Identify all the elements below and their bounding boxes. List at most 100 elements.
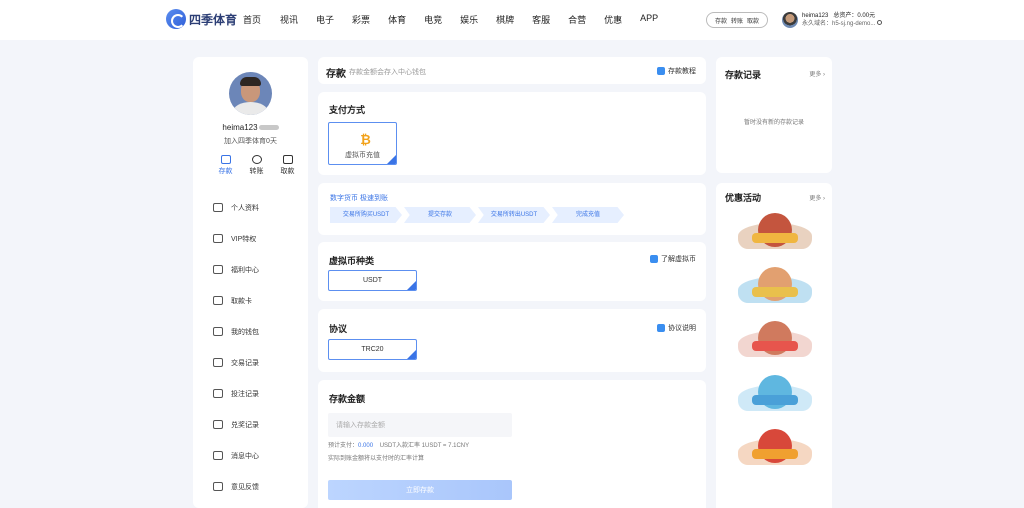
nav-item-esports[interactable]: 电竞 (424, 13, 442, 26)
selected-check-icon (407, 281, 416, 290)
payment-method-card: 支付方式 ₿ 虚拟币充值 (318, 92, 706, 175)
search-icon[interactable] (877, 20, 883, 25)
coin-type-title: 虚拟币种类 (329, 256, 375, 266)
protocol-card: 协议 协议说明 TRC20 (318, 309, 706, 372)
nav-item-home[interactable]: 首页 (243, 13, 261, 26)
nav-item-lottery[interactable]: 彩票 (352, 13, 370, 26)
withdraw-action[interactable]: 取款 (272, 155, 303, 176)
records-more-link[interactable]: 更多 › (809, 69, 825, 78)
menu-item-transactions[interactable]: 交易记录 (213, 347, 259, 378)
promo-banner[interactable] (728, 263, 822, 307)
nav-item-slots[interactable]: 电子 (316, 13, 334, 26)
quick-deposit-link[interactable]: 存款 (715, 16, 727, 25)
nav-item-promotions[interactable]: 优惠 (604, 13, 622, 26)
menu-item-label: 兑奖记录 (231, 421, 259, 429)
page-subtitle: 存款金额会存入中心钱包 (349, 69, 426, 76)
crypto-payment-option[interactable]: ₿ 虚拟币充值 (328, 122, 397, 165)
deposit-action-label: 存款 (218, 168, 233, 175)
quick-transfer-link[interactable]: 转账 (731, 16, 743, 25)
menu-item-label: 我的钱包 (231, 328, 259, 336)
menu-item-label: 消息中心 (231, 452, 259, 460)
amount-title: 存款金额 (329, 394, 366, 404)
crypto-payment-label: 虚拟币充值 (345, 152, 380, 159)
protocol-option-trc20[interactable]: TRC20 (328, 339, 417, 360)
menu-item-label: 意见反馈 (231, 483, 259, 491)
est-label: 预计支付： (328, 443, 359, 449)
nav-item-live[interactable]: 视讯 (280, 13, 298, 26)
menu-item-withdraw-card[interactable]: 取款卡 (213, 285, 259, 316)
nav-item-sports[interactable]: 体育 (388, 13, 406, 26)
nav-item-entertainment[interactable]: 娱乐 (460, 13, 478, 26)
id-card-icon (213, 203, 223, 212)
protocol-help-link[interactable]: 协议说明 (657, 323, 696, 333)
page-title: 存款 (326, 69, 346, 80)
joined-days: 加入四季体育0天 (224, 138, 277, 145)
menu-item-messages[interactable]: 消息中心 (213, 440, 259, 471)
promotions-more-link[interactable]: 更多 › (809, 193, 825, 202)
records-empty-text: 暂时没有新的存款记录 (743, 120, 804, 126)
nav-item-support[interactable]: 客服 (532, 13, 550, 26)
quick-withdraw-link[interactable]: 取款 (747, 16, 759, 25)
step-item: 提交存款 (404, 207, 476, 223)
menu-item-vip[interactable]: VIP特权 (213, 223, 259, 254)
nav-item-cards[interactable]: 棋牌 (496, 13, 514, 26)
deposit-action[interactable]: 存款 (210, 155, 241, 176)
promo-banner[interactable] (728, 317, 822, 361)
amount-input[interactable] (328, 413, 512, 437)
payment-method-title: 支付方式 (329, 105, 366, 115)
profile-actions: 存款 转账 取款 (210, 155, 303, 176)
menu-item-feedback[interactable]: 意见反馈 (213, 471, 259, 502)
coin-help-label: 了解虚拟币 (661, 256, 696, 263)
menu-item-rewards[interactable]: 兑奖记录 (213, 409, 259, 440)
user-summary[interactable]: heima123 总资产：0.00元 永久域名：h5-sj.ng-demo... (782, 12, 883, 28)
promo-banner[interactable] (728, 425, 822, 469)
list-icon (213, 358, 223, 367)
vip-badge (258, 125, 279, 131)
steps-list: 交易所购买USDT 提交存款 交易所转出USDT 完成充值 (330, 207, 626, 223)
tutorial-link[interactable]: 存款教程 (657, 66, 696, 76)
promotions-title: 优惠活动 (725, 193, 762, 203)
promo-banner[interactable] (728, 209, 822, 253)
document-icon (657, 324, 665, 332)
help-icon (657, 67, 665, 75)
nav-item-partner[interactable]: 合营 (568, 13, 586, 26)
menu-item-profile[interactable]: 个人资料 (213, 192, 259, 223)
transfer-action[interactable]: 转账 (241, 155, 272, 176)
username: heima123 (802, 13, 829, 19)
transfer-action-label: 转账 (249, 168, 264, 175)
menu-item-label: 福利中心 (231, 266, 259, 274)
avatar (782, 12, 798, 28)
submit-deposit-button[interactable]: 立即存款 (328, 480, 512, 500)
nav-item-app[interactable]: APP (640, 13, 658, 26)
menu-item-bets[interactable]: 投注记录 (213, 378, 259, 409)
gift-icon (213, 265, 223, 274)
records-title: 存款记录 (725, 70, 762, 80)
coin-option-usdt[interactable]: USDT (328, 270, 417, 291)
menu-item-label: 个人资料 (231, 204, 259, 212)
steps-title: 数字货币 极速到账 (330, 195, 388, 202)
step-item: 交易所购买USDT (330, 207, 402, 223)
tutorial-label: 存款教程 (668, 68, 696, 75)
protocol-help-label: 协议说明 (668, 325, 696, 332)
step-item: 交易所转出USDT (478, 207, 550, 223)
menu-item-label: VIP特权 (231, 235, 257, 243)
atm-icon (282, 155, 293, 164)
menu-item-label: 取款卡 (231, 297, 252, 305)
rate-note: 实际到账金额将以支付时的汇率计算 (328, 456, 425, 462)
menu-item-wallet[interactable]: 我的钱包 (213, 316, 259, 347)
protocol-option-label: TRC20 (361, 346, 384, 353)
menu-item-label: 投注记录 (231, 390, 259, 398)
coin-type-card: 虚拟币种类 了解虚拟币 USDT (318, 242, 706, 301)
coin-option-label: USDT (362, 277, 383, 284)
promo-banner[interactable] (728, 371, 822, 415)
logo[interactable]: 四季体育 (166, 9, 237, 29)
menu-item-label: 交易记录 (231, 359, 259, 367)
menu-item-welfare[interactable]: 福利中心 (213, 254, 259, 285)
withdraw-action-label: 取款 (280, 168, 295, 175)
clipboard-icon (213, 420, 223, 429)
profile-avatar (229, 72, 272, 115)
brand-name: 四季体育 (189, 12, 238, 27)
mail-icon (213, 451, 223, 460)
deposit-header: 存款 存款金额会存入中心钱包 存款教程 (318, 57, 706, 84)
coin-help-link[interactable]: 了解虚拟币 (650, 254, 696, 264)
